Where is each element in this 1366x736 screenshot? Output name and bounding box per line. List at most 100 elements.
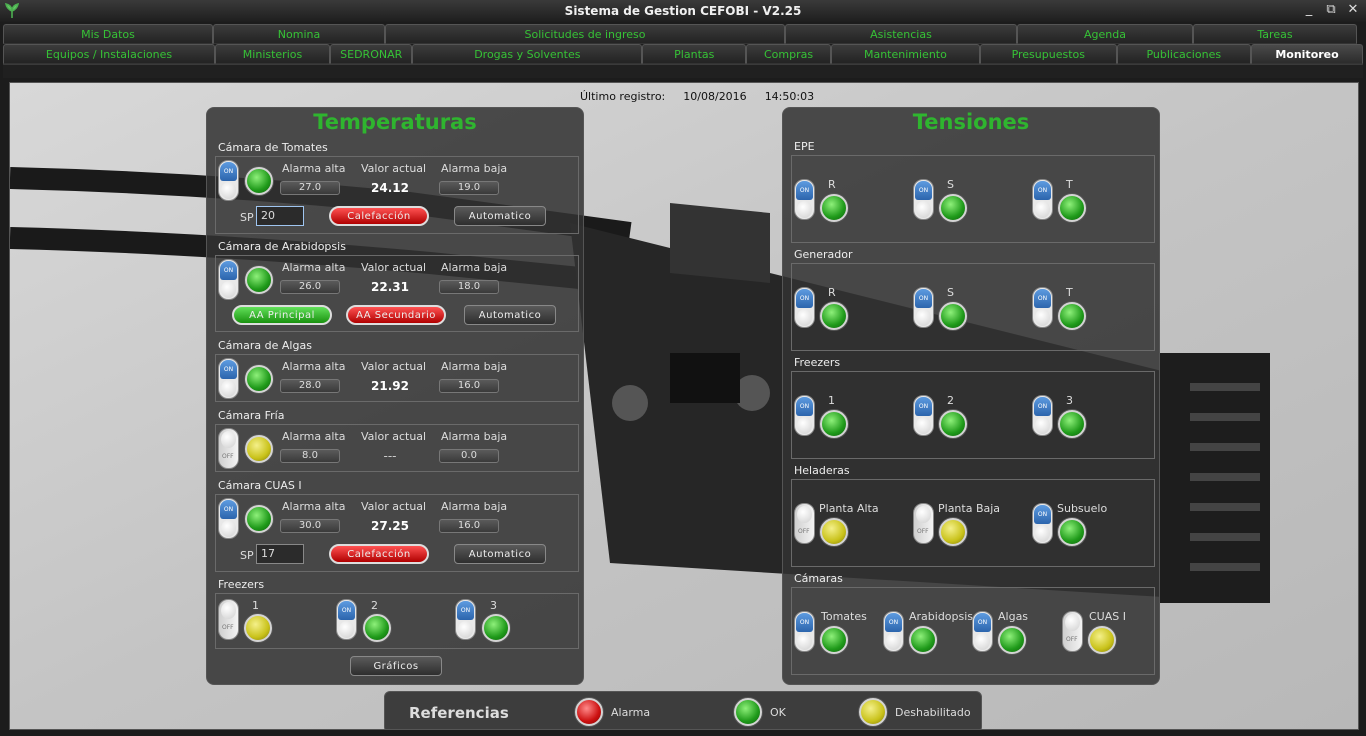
- epe-r-switch[interactable]: ON: [794, 179, 815, 220]
- tab-mis-datos[interactable]: Mis Datos: [3, 24, 213, 44]
- tab-solicitudes-de-ingreso[interactable]: Solicitudes de ingreso: [385, 24, 785, 44]
- current-value: ---: [383, 449, 397, 463]
- camara-label: CUAS I: [1089, 610, 1126, 623]
- temp-freezer-3-switch[interactable]: ON: [455, 599, 476, 640]
- tab-sedronar[interactable]: SEDRONAR: [329, 44, 413, 64]
- tab-compras[interactable]: Compras: [746, 44, 831, 64]
- automatic-button[interactable]: Automatico: [454, 206, 546, 226]
- graphs-button[interactable]: Gráficos: [350, 656, 442, 676]
- legend-alarm-label: Alarma: [611, 706, 651, 719]
- current-value-label: Valor actual: [361, 360, 427, 373]
- switch-on-label: ON: [974, 613, 991, 632]
- chamber-name: Cámara CUAS I: [218, 479, 302, 492]
- switch-on-label: ON: [338, 601, 355, 620]
- gen-s-led: [939, 302, 967, 330]
- aa-secundario-button[interactable]: AA Secundario: [346, 305, 446, 325]
- chamber-arabidopsis-switch[interactable]: ON: [218, 259, 239, 300]
- tab-agenda[interactable]: Agenda: [1017, 24, 1193, 44]
- cam-tomates-switch[interactable]: ON: [794, 611, 815, 652]
- alarm-high-label: Alarma alta: [282, 500, 346, 513]
- cam-arabidopsis-switch[interactable]: ON: [883, 611, 904, 652]
- legend-ok-label: OK: [770, 706, 786, 719]
- freezer-label: 1: [252, 599, 259, 612]
- tab-presupuestos[interactable]: Presupuestos: [980, 44, 1117, 64]
- automatic-button[interactable]: Automatico: [454, 544, 546, 564]
- gen-r-switch[interactable]: ON: [794, 287, 815, 328]
- sp-input[interactable]: 17: [256, 544, 304, 564]
- heating-button[interactable]: Calefacción: [329, 544, 429, 564]
- temp-freezer-2-switch[interactable]: ON: [336, 599, 357, 640]
- alarm-high-value: 30.0: [280, 519, 340, 533]
- automatic-button[interactable]: Automatico: [464, 305, 556, 325]
- tab-content-border: [3, 64, 1363, 78]
- tab-plantas[interactable]: Plantas: [642, 44, 747, 64]
- group-name: EPE: [794, 140, 815, 153]
- switch-on-label: ON: [915, 289, 932, 308]
- close-icon[interactable]: ✕: [1346, 2, 1360, 17]
- epe-s-switch[interactable]: ON: [913, 179, 934, 220]
- temp-freezer-3-led: [482, 614, 510, 642]
- switch-off-label: OFF: [222, 624, 234, 631]
- alarm-low-label: Alarma baja: [441, 500, 508, 513]
- tab-equipos-instalaciones[interactable]: Equipos / Instalaciones: [3, 44, 216, 64]
- alarm-low-label: Alarma baja: [441, 261, 508, 274]
- chamber-tomates-switch[interactable]: ON: [218, 160, 239, 201]
- heladera-subsuelo-switch[interactable]: ON: [1032, 503, 1053, 544]
- heladera-alta-led: [820, 518, 848, 546]
- heladera-label: Subsuelo: [1057, 502, 1108, 515]
- cam-cuas-led: [1088, 626, 1116, 654]
- heladera-alta-switch[interactable]: OFF: [794, 503, 815, 544]
- alarm-low-value: 16.0: [439, 379, 499, 393]
- switch-on-label: ON: [220, 360, 237, 379]
- switch-on-label: ON: [1034, 397, 1051, 416]
- tab-publicaciones[interactable]: Publicaciones: [1116, 44, 1252, 64]
- cam-algas-switch[interactable]: ON: [972, 611, 993, 652]
- tfreezer-1-switch[interactable]: ON: [794, 395, 815, 436]
- restore-icon[interactable]: ⧉: [1324, 2, 1338, 17]
- alarm-low-label: Alarma baja: [441, 360, 508, 373]
- tab-tareas[interactable]: Tareas: [1193, 24, 1357, 44]
- sp-label: SP: [240, 211, 254, 224]
- minimize-icon[interactable]: _: [1302, 2, 1316, 17]
- tab-drogas-y-solventes[interactable]: Drogas y Solventes: [412, 44, 643, 64]
- switch-off-label: OFF: [1066, 636, 1078, 643]
- chamber-cuas-switch[interactable]: ON: [218, 498, 239, 539]
- heladera-subsuelo-led: [1058, 518, 1086, 546]
- tab-nomina[interactable]: Nomina: [213, 24, 385, 44]
- switch-on-label: ON: [1034, 505, 1051, 524]
- tab-mantenimiento[interactable]: Mantenimiento: [830, 44, 981, 64]
- chamber-fria-switch[interactable]: OFF: [218, 428, 239, 469]
- tfreezer-2-switch[interactable]: ON: [913, 395, 934, 436]
- temp-freezer-1-switch[interactable]: OFF: [218, 599, 239, 640]
- camara-label: Tomates: [821, 610, 867, 623]
- heladera-baja-switch[interactable]: OFF: [913, 503, 934, 544]
- chamber-arabidopsis-status-led: [245, 266, 273, 294]
- chamber-cuas-status-led: [245, 505, 273, 533]
- switch-on-label: ON: [457, 601, 474, 620]
- switch-on-label: ON: [220, 162, 237, 181]
- phase-label: T: [1066, 178, 1073, 191]
- cam-algas-led: [998, 626, 1026, 654]
- last-record-date: 10/08/2016: [683, 90, 747, 103]
- last-record-label: Último registro:: [580, 90, 666, 103]
- sp-label: SP: [240, 549, 254, 562]
- chamber-tomates-status-led: [245, 167, 273, 195]
- switch-off-label: OFF: [798, 528, 810, 535]
- gen-t-switch[interactable]: ON: [1032, 287, 1053, 328]
- freezer-label: 3: [490, 599, 497, 612]
- window-title: Sistema de Gestion CEFOBI - V2.25: [564, 4, 802, 18]
- tab-ministerios[interactable]: Ministerios: [215, 44, 330, 64]
- sp-input[interactable]: 20: [256, 206, 304, 226]
- gen-s-switch[interactable]: ON: [913, 287, 934, 328]
- heladera-label: Planta Alta: [819, 502, 879, 515]
- tab-monitoreo[interactable]: Monitoreo: [1251, 44, 1363, 64]
- temp-freezer-1-led: [244, 614, 272, 642]
- epe-t-switch[interactable]: ON: [1032, 179, 1053, 220]
- heating-button[interactable]: Calefacción: [329, 206, 429, 226]
- chamber-algas-switch[interactable]: ON: [218, 358, 239, 399]
- aa-principal-button[interactable]: AA Principal: [232, 305, 332, 325]
- tab-asistencias[interactable]: Asistencias: [785, 24, 1017, 44]
- switch-off-label: OFF: [222, 453, 234, 460]
- cam-cuas-switch[interactable]: OFF: [1062, 611, 1083, 652]
- tfreezer-3-switch[interactable]: ON: [1032, 395, 1053, 436]
